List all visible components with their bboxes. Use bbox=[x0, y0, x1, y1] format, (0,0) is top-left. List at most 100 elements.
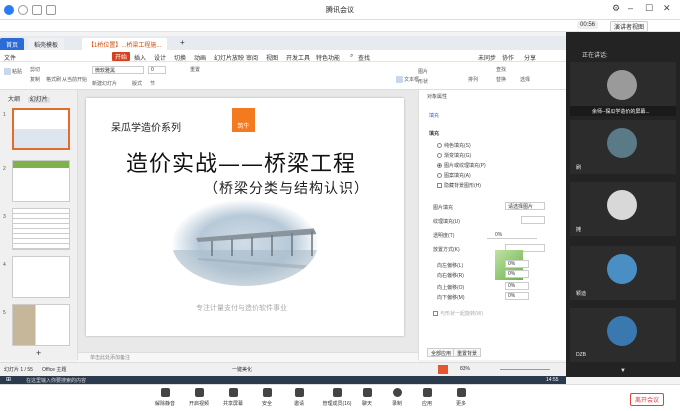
offset-left-input[interactable]: 0% bbox=[505, 260, 529, 268]
offset-right-input[interactable]: 0% bbox=[505, 270, 529, 278]
radio-pattern[interactable] bbox=[437, 173, 442, 179]
settings-icon[interactable]: ⚙ bbox=[612, 3, 620, 14]
menu-item[interactable]: 开发工具 bbox=[286, 53, 310, 62]
select-button[interactable]: 选择 bbox=[520, 76, 530, 83]
tab-fill[interactable]: 填充 bbox=[429, 112, 439, 119]
windows-search-box[interactable]: 在这里输入你要搜索的内容 bbox=[26, 377, 122, 384]
zoom-level[interactable]: 83% bbox=[460, 366, 470, 372]
offset-bottom-input[interactable]: 0% bbox=[505, 292, 529, 300]
tab-home[interactable]: 首页 bbox=[0, 38, 24, 50]
play-icon[interactable] bbox=[438, 365, 448, 374]
participant-tile[interactable]: 刷 bbox=[570, 120, 676, 174]
menu-item[interactable]: 审阅 bbox=[246, 53, 258, 62]
find-button[interactable]: 查找 bbox=[496, 66, 506, 73]
radio-picture[interactable] bbox=[437, 163, 442, 169]
menu-item[interactable]: 视图 bbox=[266, 53, 278, 62]
menu-item[interactable]: 设计 bbox=[154, 53, 166, 62]
invite-button[interactable]: 邀请 bbox=[284, 388, 314, 407]
notes-area[interactable]: 单击此处添加备注 bbox=[78, 352, 418, 362]
slide-thumbnail-3[interactable] bbox=[12, 208, 70, 250]
slide-subtitle[interactable]: （桥梁分类与结构认识） bbox=[204, 178, 369, 198]
record-button[interactable]: 录制 bbox=[382, 388, 412, 407]
zoom-slider[interactable] bbox=[500, 369, 550, 370]
share-button[interactable]: 分享 bbox=[524, 53, 536, 62]
tab-slides[interactable]: 幻灯片 bbox=[27, 97, 50, 103]
share-screen-button[interactable]: 共享屏幕 bbox=[218, 388, 248, 407]
slide-thumbnail-1[interactable] bbox=[12, 108, 70, 150]
beautify-button[interactable]: 一键美化 bbox=[232, 366, 252, 373]
participant-tile[interactable]: 摊 bbox=[570, 182, 676, 236]
reset-bg-button[interactable]: 重置背景 bbox=[453, 348, 482, 357]
picture-fill-select[interactable]: 请选择图片 bbox=[505, 202, 545, 210]
copy-button[interactable]: 复制 bbox=[30, 76, 40, 83]
close-button[interactable]: ✕ bbox=[663, 3, 671, 14]
format-painter-button[interactable]: 格式刷 bbox=[46, 76, 61, 83]
leave-meeting-button[interactable]: 离开会议 bbox=[630, 393, 665, 406]
hide-bg-checkbox[interactable] bbox=[437, 183, 442, 189]
add-tab-icon[interactable]: + bbox=[180, 38, 185, 47]
minimize-button[interactable]: – bbox=[628, 3, 633, 13]
section-button[interactable]: 节 bbox=[150, 80, 155, 87]
apply-all-button[interactable]: 全部应用 bbox=[427, 348, 456, 357]
fill-option-pattern[interactable]: 图案填充(A) bbox=[437, 172, 471, 179]
menu-item[interactable]: 文件 bbox=[4, 53, 16, 62]
rotate-with-checkbox[interactable] bbox=[433, 311, 438, 317]
chat-button[interactable]: 聊天 bbox=[352, 388, 382, 407]
unmute-button[interactable]: 解除静音 bbox=[150, 388, 180, 407]
menu-item[interactable]: 幻灯片放映 bbox=[214, 53, 244, 62]
apps-button[interactable]: 应用 bbox=[412, 388, 442, 407]
hide-bg-option[interactable]: 隐藏背景图形(H) bbox=[437, 182, 481, 189]
slide-1[interactable]: 呆瓜学造价系列 筑牛 造价实战——桥梁工程 （桥梁分类与结构认识） 专注计量支付… bbox=[86, 98, 404, 336]
arrange-button[interactable]: 排列 bbox=[468, 76, 478, 83]
from-current-button[interactable]: 从当前开始 bbox=[62, 76, 87, 83]
shape-button[interactable]: 形状 bbox=[418, 78, 428, 85]
more-button[interactable]: 更多 bbox=[446, 388, 476, 407]
start-video-button[interactable]: 开启视频 bbox=[184, 388, 214, 407]
cut-button[interactable]: 剪切 bbox=[30, 66, 40, 73]
texture-fill-select[interactable] bbox=[521, 216, 545, 224]
maximize-button[interactable]: ☐ bbox=[645, 3, 653, 14]
menu-item[interactable]: 特色功能 bbox=[316, 53, 340, 62]
paste-button[interactable]: 粘贴 bbox=[4, 68, 22, 76]
slide-thumbnail-2[interactable] bbox=[12, 160, 70, 202]
search-icon[interactable]: ⌕ bbox=[350, 53, 353, 60]
layout-button[interactable]: 版式 bbox=[132, 80, 142, 87]
tab-outline[interactable]: 大纲 bbox=[8, 97, 20, 103]
tab-docer[interactable]: 稻壳模板 bbox=[28, 38, 65, 50]
collaborate-button[interactable]: 协作 bbox=[502, 53, 514, 62]
new-slide-button[interactable]: 新建幻灯片 bbox=[92, 80, 117, 87]
radio-solid[interactable] bbox=[437, 143, 442, 149]
slide-thumbnail-4[interactable] bbox=[12, 256, 70, 298]
reset-button[interactable]: 重置 bbox=[190, 66, 200, 73]
transparency-slider[interactable] bbox=[487, 238, 537, 239]
slide-main-title[interactable]: 造价实战——桥梁工程 bbox=[126, 146, 356, 178]
menu-item[interactable]: 切换 bbox=[174, 53, 186, 62]
windows-start-icon[interactable]: ⊞ bbox=[6, 376, 11, 383]
add-slide-icon[interactable]: + bbox=[36, 348, 41, 358]
search-label[interactable]: 查找 bbox=[358, 53, 370, 62]
manage-members-button[interactable]: 管理成员(16) bbox=[318, 388, 356, 407]
fill-option-solid[interactable]: 纯色填充(S) bbox=[437, 142, 471, 149]
menu-item[interactable]: 插入 bbox=[134, 53, 146, 62]
font-size-select[interactable]: 0 bbox=[148, 66, 166, 74]
replace-button[interactable]: 替换 bbox=[496, 76, 506, 83]
security-button[interactable]: 安全 bbox=[252, 388, 282, 407]
slide-thumbnail-5[interactable] bbox=[12, 304, 70, 346]
bridge-photo[interactable] bbox=[172, 200, 318, 286]
menu-item[interactable]: 动画 bbox=[194, 53, 206, 62]
textbox-button[interactable]: 文本框 bbox=[396, 76, 419, 84]
menu-item-active[interactable]: 开始 bbox=[112, 52, 131, 61]
view-mode-button[interactable]: 演讲者视图 bbox=[610, 21, 649, 32]
chevron-down-icon[interactable]: ▼ bbox=[620, 368, 626, 374]
fill-option-gradient[interactable]: 渐变填充(G) bbox=[437, 152, 471, 159]
picture-button[interactable]: 图片 bbox=[418, 68, 428, 75]
not-synced-status[interactable]: 未同步 bbox=[478, 53, 496, 62]
rotate-with-option[interactable]: 与形状一起旋转(W) bbox=[433, 310, 483, 317]
participant-tile[interactable]: 颖迪 bbox=[570, 246, 676, 300]
fill-option-picture[interactable]: 图片或纹理填充(P) bbox=[437, 162, 486, 169]
font-family-select[interactable]: 微软雅黑 bbox=[92, 66, 144, 74]
radio-gradient[interactable] bbox=[437, 153, 442, 159]
tab-document[interactable]: 【1桥位置】...桥梁工程施... bbox=[82, 38, 168, 50]
offset-top-input[interactable]: 0% bbox=[505, 282, 529, 290]
participant-tile[interactable]: DZB bbox=[570, 308, 676, 362]
